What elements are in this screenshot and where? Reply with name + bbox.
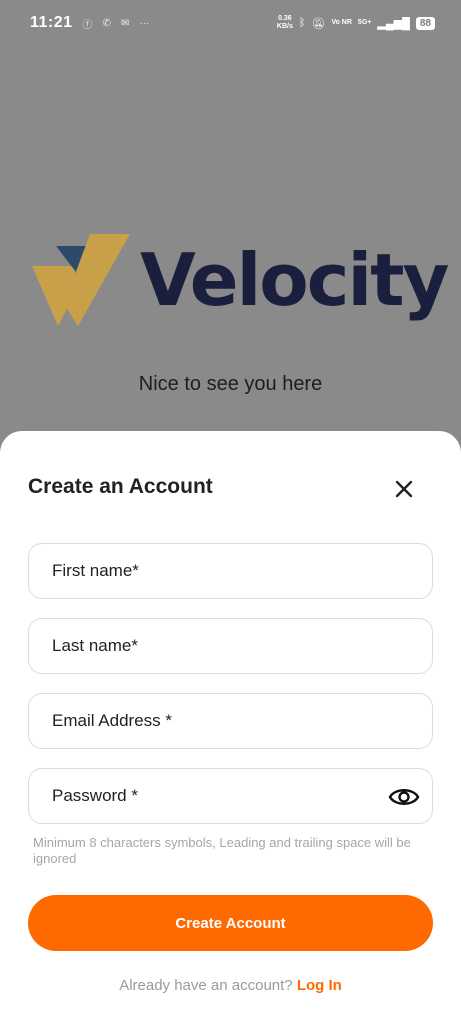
password-hint: Minimum 8 characters symbols, Leading an… xyxy=(33,835,411,866)
last-name-placeholder: Last name* xyxy=(52,636,138,655)
status-time: 11:21 xyxy=(30,14,73,31)
create-account-button[interactable]: Create Account xyxy=(28,895,433,951)
mute-icon: 🔕︎ xyxy=(311,17,326,30)
network-type: 5G+ xyxy=(357,19,372,26)
first-name-field[interactable]: First name* xyxy=(28,543,433,599)
more-icon: ··· xyxy=(139,17,150,29)
battery-icon: 88 xyxy=(415,16,435,30)
speed-unit: KB/s xyxy=(276,23,293,30)
password-placeholder: Password * xyxy=(52,786,138,805)
brand-logo: Velocity xyxy=(30,234,449,326)
brand-name: Velocity xyxy=(140,238,449,322)
signal-icon: ▂▄▆█ xyxy=(377,17,410,30)
status-left: 11:21 ⓕ ✆ ✉ ··· xyxy=(30,14,149,32)
last-name-field[interactable]: Last name* xyxy=(28,618,433,674)
sheet-title: Create an Account xyxy=(28,475,213,498)
tagline: Nice to see you here xyxy=(138,373,323,395)
bluetooth-icon: ᛒ xyxy=(298,17,306,29)
whatsapp-icon: ✆ xyxy=(102,17,111,29)
create-account-sheet: Create an Account First name* Last name*… xyxy=(0,431,461,1031)
message-icon: ✉ xyxy=(120,17,130,29)
eye-icon xyxy=(388,789,420,805)
login-link[interactable]: Log In xyxy=(297,977,342,994)
status-right: 0.36 KB/s ᛒ 🔕︎ Vo NR 5G+ ▂▄▆█ 88 xyxy=(277,15,435,31)
volte-label: Vo NR xyxy=(331,19,352,26)
email-field[interactable]: Email Address * xyxy=(28,693,433,749)
close-button[interactable] xyxy=(388,473,420,505)
network-speed: 0.36 KB/s xyxy=(277,15,293,31)
close-icon xyxy=(395,480,413,498)
show-password-button[interactable] xyxy=(388,782,420,812)
login-prompt: Already have an account? xyxy=(119,977,293,994)
status-bar: 11:21 ⓕ ✆ ✉ ··· 0.36 KB/s ᛒ 🔕︎ Vo NR 5G+… xyxy=(0,0,461,46)
login-row: Already have an account? Log In xyxy=(0,977,461,994)
first-name-placeholder: First name* xyxy=(52,561,139,580)
speed-value: 0.36 xyxy=(278,15,292,22)
email-placeholder: Email Address * xyxy=(52,711,172,730)
password-field[interactable]: Password * xyxy=(28,768,433,824)
facebook-icon: ⓕ xyxy=(82,19,93,31)
velocity-logo-mark-icon xyxy=(32,234,130,326)
